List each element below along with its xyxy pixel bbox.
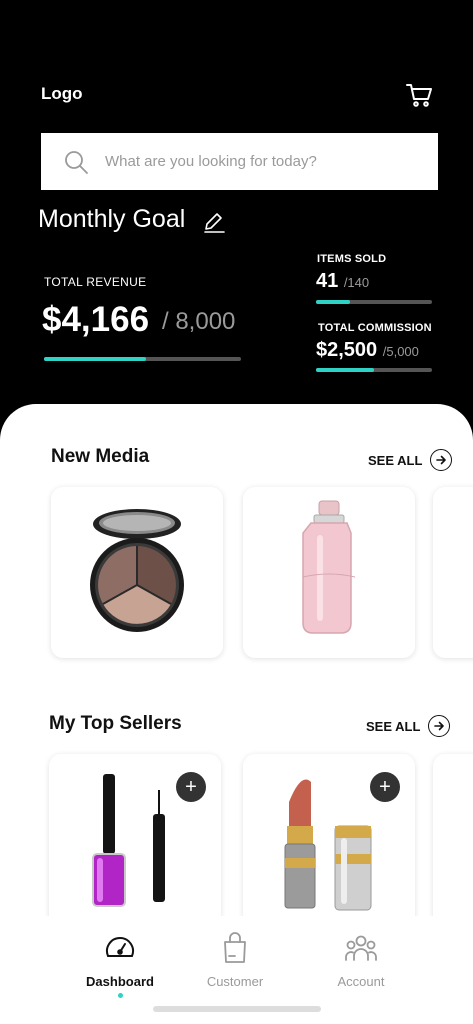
pencil-icon[interactable]	[202, 210, 226, 234]
cart-icon[interactable]	[404, 80, 434, 110]
home-indicator	[153, 1006, 321, 1012]
items-sold-label: ITEMS SOLD	[317, 253, 387, 265]
add-button[interactable]: +	[176, 772, 206, 802]
tab-dashboard[interactable]: Dashboard	[60, 930, 180, 998]
add-label: +	[185, 776, 197, 798]
commission-progress-fill	[316, 368, 374, 372]
items-sold-stat: 41 /140	[316, 270, 369, 293]
items-sold-progress-fill	[316, 300, 350, 304]
top-sellers-title: My Top Sellers	[49, 713, 182, 734]
search-bar[interactable]	[41, 133, 438, 190]
total-commission-value: $2,500	[316, 339, 378, 361]
add-label: +	[379, 776, 391, 798]
media-card[interactable]	[243, 487, 415, 658]
total-commission-label: TOTAL COMMISSION	[318, 322, 432, 334]
search-input[interactable]	[105, 153, 405, 170]
add-button[interactable]: +	[370, 772, 400, 802]
product-card[interactable]	[433, 754, 473, 934]
perfume-bottle-image	[302, 500, 356, 634]
media-card[interactable]	[51, 487, 223, 658]
media-card[interactable]	[433, 487, 473, 658]
revenue-progress-bar	[44, 357, 241, 361]
people-icon	[345, 935, 377, 961]
active-indicator	[117, 993, 123, 998]
eyeshadow-compact-image	[90, 509, 184, 632]
monthly-goal-title: Monthly Goal	[38, 205, 186, 233]
tab-label: Dashboard	[86, 974, 154, 989]
speedometer-icon	[106, 937, 134, 957]
tab-customer[interactable]: Customer	[175, 930, 295, 989]
app-logo: Logo	[41, 84, 83, 103]
commission-progress-bar	[316, 368, 432, 372]
total-commission-stat: $2,500 /5,000	[316, 339, 419, 362]
dashboard-header: Logo Monthly Goal TOTAL REVENUE $4,166 /…	[0, 0, 473, 440]
new-media-title: New Media	[51, 446, 150, 467]
total-revenue-goal: / 8,000	[162, 308, 236, 335]
new-media-see-all-button[interactable]: SEE ALL	[368, 449, 453, 471]
tab-account[interactable]: Account	[301, 930, 421, 989]
items-sold-value: 41	[316, 270, 339, 292]
total-commission-goal: /5,000	[382, 344, 419, 359]
total-revenue-label: TOTAL REVENUE	[44, 275, 147, 289]
search-icon	[65, 150, 88, 174]
total-revenue-value: $4,166	[42, 300, 150, 339]
see-all-label: SEE ALL	[368, 452, 423, 468]
top-sellers-see-all-button[interactable]: SEE ALL	[366, 715, 451, 737]
product-card[interactable]: +	[49, 754, 221, 934]
tab-label: Account	[337, 974, 385, 989]
shopping-bag-icon	[224, 932, 246, 963]
arrow-right-icon	[430, 449, 453, 471]
revenue-progress-fill	[44, 357, 147, 361]
product-card[interactable]: +	[243, 754, 415, 934]
see-all-label: SEE ALL	[366, 718, 421, 734]
items-sold-progress-bar	[316, 300, 432, 304]
items-sold-goal: /140	[343, 275, 370, 290]
arrow-right-icon	[428, 715, 451, 737]
tab-label: Customer	[206, 974, 264, 989]
